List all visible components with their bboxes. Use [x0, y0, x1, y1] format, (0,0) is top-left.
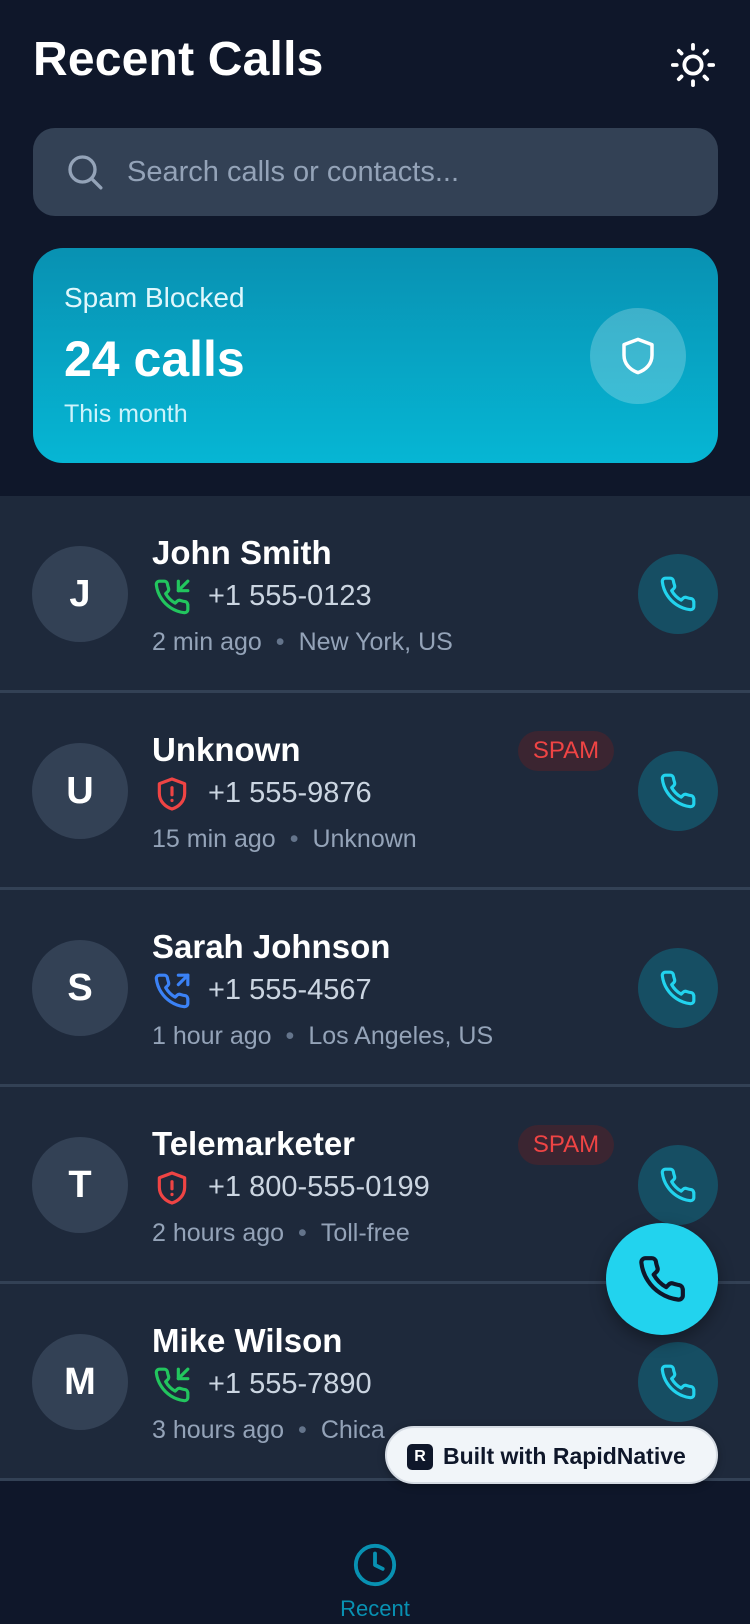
call-location: Unknown — [312, 825, 417, 853]
header: Recent Calls Spam Blocked 24 calls This … — [0, 0, 750, 496]
spam-card-count: 24 calls — [64, 331, 245, 387]
call-row[interactable]: J John Smith +1 555-0123 2 min ago • New Y… — [0, 496, 750, 693]
call-name: Unknown — [152, 731, 301, 768]
call-number: +1 555-9876 — [208, 777, 372, 809]
separator-dot: • — [285, 1022, 295, 1050]
call-name: Mike Wilson — [152, 1322, 343, 1359]
spam-card-label: Spam Blocked — [64, 282, 245, 313]
phone-icon — [639, 1256, 685, 1302]
call-location: Chica — [320, 1416, 385, 1444]
bottom-nav: Recent — [0, 1528, 750, 1624]
spam-card-shield — [590, 308, 686, 404]
call-back-button[interactable] — [638, 948, 718, 1028]
spam-badge: SPAM — [518, 1125, 614, 1165]
built-with-text: Built with RapidNative — [443, 1443, 686, 1469]
built-with-badge[interactable]: R Built with RapidNative — [385, 1426, 718, 1484]
avatar: M — [32, 1334, 128, 1430]
incoming-call-icon — [154, 579, 190, 615]
call-time: 2 min ago — [152, 628, 262, 656]
spam-badge: SPAM — [518, 731, 614, 771]
call-location: Toll-free — [320, 1219, 410, 1247]
phone-icon — [660, 1364, 696, 1400]
spam-blocked-card[interactable]: Spam Blocked 24 calls This month — [33, 248, 718, 463]
call-meta: 3 hours ago • Chica — [152, 1416, 385, 1445]
spam-card-period: This month — [64, 400, 188, 428]
nav-item-label: Recent — [340, 1596, 410, 1621]
call-name: Sarah Johnson — [152, 928, 391, 965]
phone-icon — [660, 576, 696, 612]
phone-icon — [660, 970, 696, 1006]
call-number: +1 555-7890 — [208, 1368, 372, 1400]
sun-icon — [670, 42, 716, 88]
call-time: 1 hour ago — [152, 1022, 272, 1050]
call-meta: 2 min ago • New York, US — [152, 628, 453, 657]
outgoing-call-icon — [154, 973, 190, 1009]
search-icon — [68, 155, 103, 190]
avatar: T — [32, 1137, 128, 1233]
call-number: +1 800-555-0199 — [208, 1171, 430, 1203]
separator-dot: • — [289, 825, 299, 853]
call-meta: 2 hours ago • Toll-free — [152, 1219, 410, 1248]
clock-icon — [353, 1543, 397, 1587]
call-list: J John Smith +1 555-0123 2 min ago • New Y… — [0, 496, 750, 1481]
call-meta: 15 min ago • Unknown — [152, 825, 417, 854]
call-row[interactable]: S Sarah Johnson +1 555-4567 1 hour ago • L… — [0, 890, 750, 1087]
call-time: 15 min ago — [152, 825, 276, 853]
phone-icon — [660, 773, 696, 809]
avatar: S — [32, 940, 128, 1036]
call-location: Los Angeles, US — [308, 1022, 494, 1050]
search-input[interactable] — [127, 128, 697, 216]
separator-dot: • — [298, 1416, 307, 1444]
call-location: New York, US — [298, 628, 453, 656]
call-number: +1 555-4567 — [208, 974, 372, 1006]
call-name: Telemarketer — [152, 1125, 356, 1162]
call-number: +1 555-0123 — [208, 580, 372, 612]
call-name: John Smith — [152, 534, 332, 571]
call-back-button[interactable] — [638, 554, 718, 634]
avatar: U — [32, 743, 128, 839]
page-title: Recent Calls — [33, 33, 324, 86]
call-back-button[interactable] — [638, 1342, 718, 1422]
incoming-call-icon — [154, 1367, 190, 1403]
call-time: 2 hours ago — [152, 1219, 285, 1247]
call-row[interactable]: U Unknown SPAM +1 555-9876 15 min ago • Un… — [0, 693, 750, 890]
dial-fab-button[interactable] — [606, 1223, 718, 1335]
separator-dot: • — [298, 1219, 307, 1247]
separator-dot: • — [275, 628, 285, 656]
theme-toggle-button[interactable] — [666, 38, 720, 92]
phone-icon — [660, 1167, 696, 1203]
avatar: J — [32, 546, 128, 642]
call-time: 3 hours ago — [152, 1416, 285, 1444]
spam-alert-icon — [157, 1171, 187, 1205]
rapidnative-logo-icon: R — [407, 1444, 433, 1470]
call-meta: 1 hour ago • Los Angeles, US — [152, 1022, 493, 1051]
call-back-button[interactable] — [638, 1145, 718, 1225]
search-bar[interactable] — [33, 128, 718, 216]
nav-item-recent[interactable]: Recent — [325, 1528, 425, 1624]
call-back-button[interactable] — [638, 751, 718, 831]
spam-alert-icon — [157, 777, 187, 811]
shield-icon — [622, 337, 654, 375]
